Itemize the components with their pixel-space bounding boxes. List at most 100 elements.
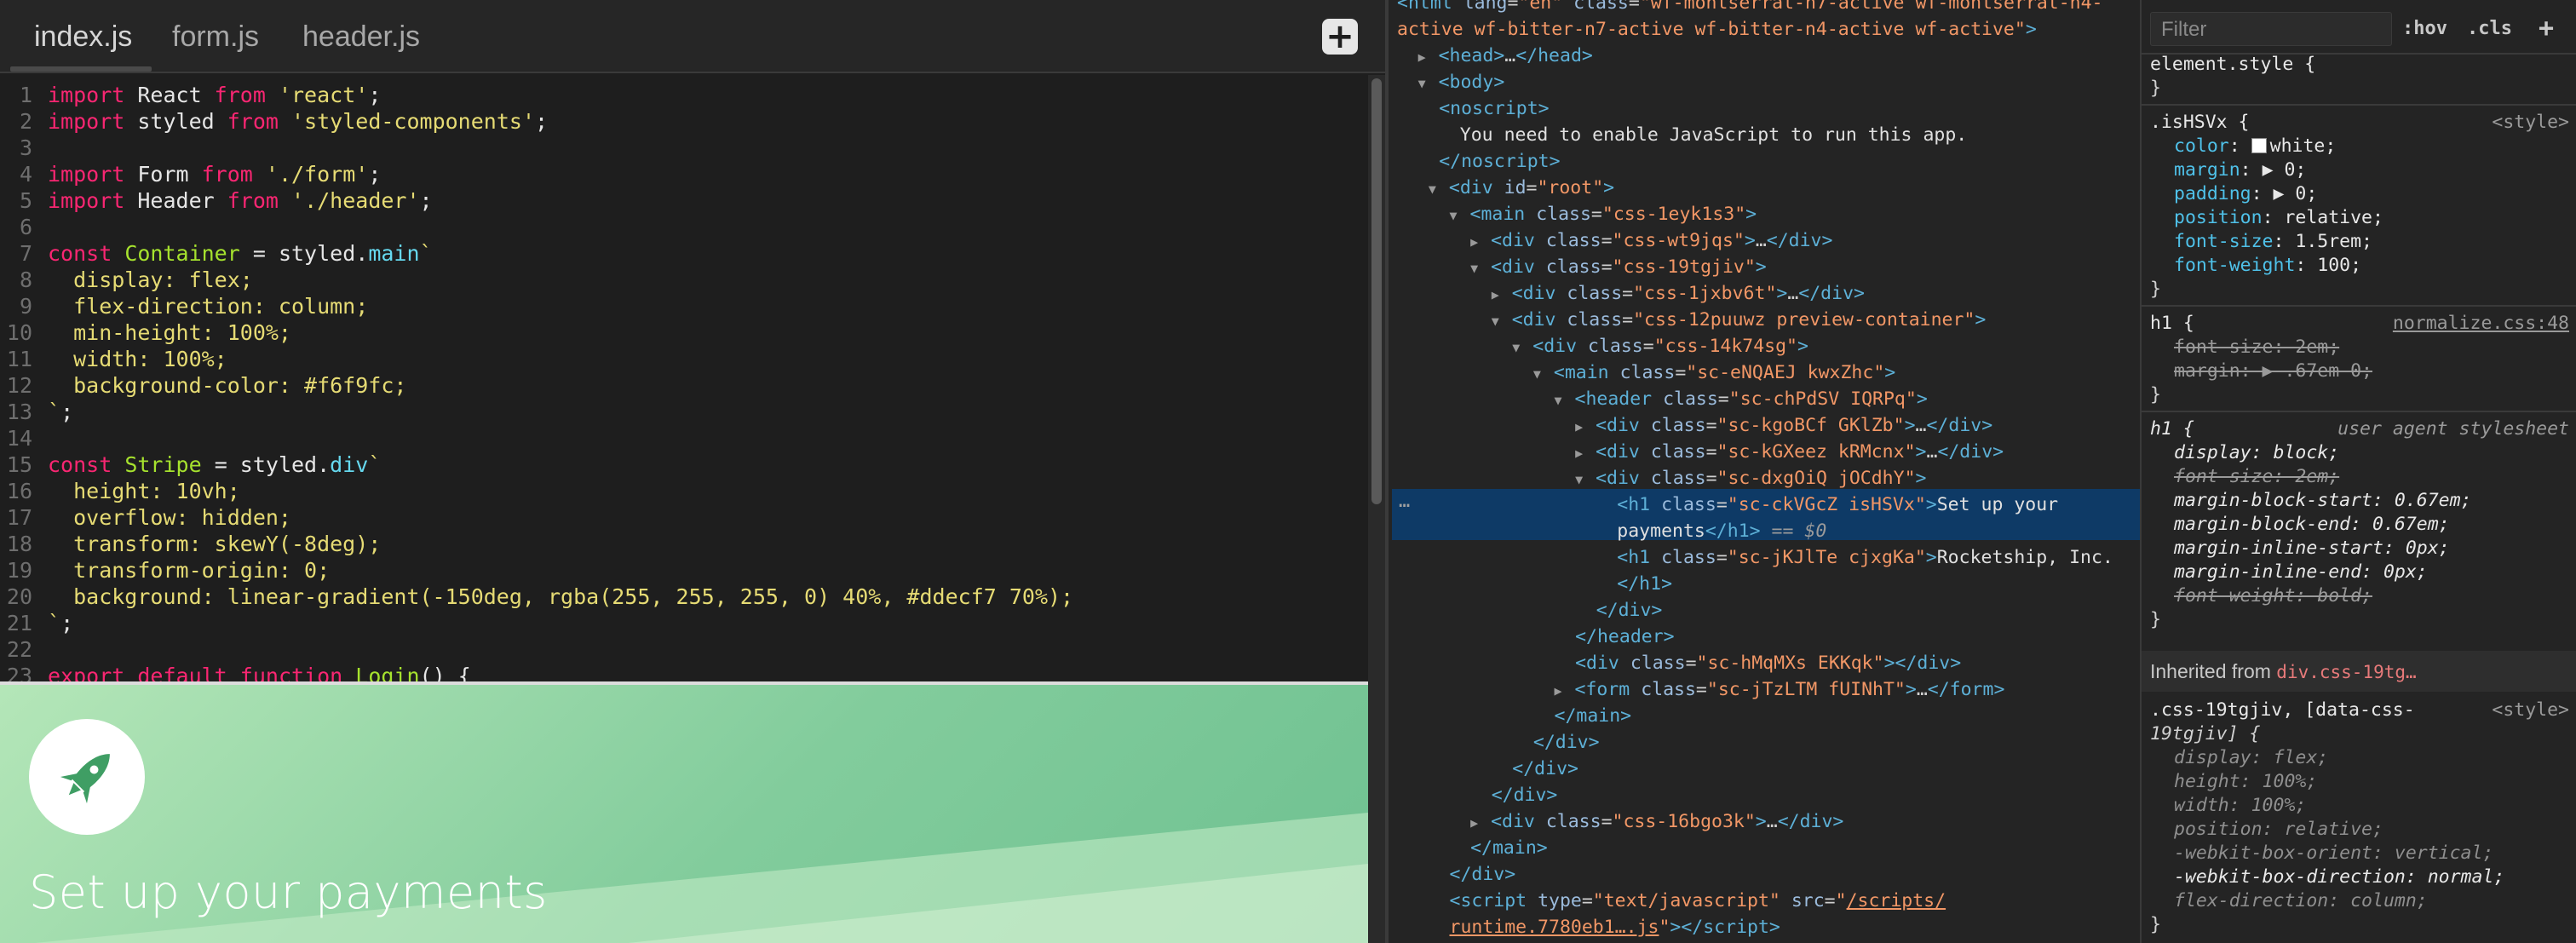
code-line[interactable]: 16 height: 10vh; — [0, 478, 240, 504]
code-line[interactable]: 2 import styled from 'styled-components'; — [0, 108, 548, 135]
css-declaration-overridden[interactable]: margin: ▶ .67em 0; — [2174, 359, 2372, 383]
dom-node[interactable]: ▼ <div class="css-12puuwz preview-contain… — [1492, 307, 1987, 333]
css-declaration[interactable]: margin-inline-start: 0px; — [2174, 537, 2450, 561]
code-line[interactable]: 1 import React from 'react'; — [0, 82, 381, 108]
code-line[interactable]: 17 overflow: hidden; — [0, 504, 291, 531]
code-scrollbar[interactable] — [1368, 75, 1385, 681]
dom-node[interactable]: ▶ <div class="css-1jxbv6t">…</div> — [1492, 280, 1865, 307]
cls-toggle-button[interactable]: .cls — [2467, 12, 2512, 46]
styles-filter-input[interactable]: Filter — [2150, 12, 2392, 46]
tab-index-js[interactable]: index.js — [34, 15, 132, 58]
dom-node[interactable]: ▼ <div id="root"> — [1429, 175, 1614, 201]
dom-node[interactable]: <h1 class="sc-jKJlTe cjxgKa">Rocketship,… — [1617, 544, 2113, 571]
new-rule-plus-icon[interactable]: + — [2539, 12, 2554, 46]
rule-selector[interactable]: .css-19tgjiv, [data-css- — [2150, 699, 2415, 722]
dom-node[interactable]: </header> — [1575, 624, 1675, 650]
dom-node[interactable]: <noscript> — [1439, 95, 1549, 122]
css-declaration[interactable]: font-size: 1.5rem; — [2174, 230, 2372, 254]
rule-selector[interactable]: h1 { — [2150, 312, 2194, 336]
code-line[interactable]: 10 min-height: 100%; — [0, 319, 291, 346]
dom-node-selected[interactable]: payments</h1> == $0 — [1617, 518, 1826, 544]
css-declaration[interactable]: margin-inline-end: 0px; — [2174, 561, 2428, 584]
css-declaration-overridden[interactable]: font-size: 2em; — [2174, 336, 2339, 359]
code-line[interactable]: 4 import Form from './form'; — [0, 161, 381, 187]
dom-node[interactable]: </div> — [1450, 861, 1516, 888]
rule-source-link[interactable]: <style> — [2492, 111, 2569, 135]
dom-node[interactable]: <html lang="en" class="wf-montserrat-n7-… — [1397, 0, 2103, 16]
code-line[interactable]: 23 export default function Login() { — [0, 663, 471, 681]
tab-header-js[interactable]: header.js — [302, 15, 420, 58]
dom-node[interactable]: ▶ <div class="sc-kGXeez kRMcnx">…</div> — [1575, 439, 2004, 465]
dom-node[interactable]: ▼ <main class="sc-eNQAEJ kwxZhc"> — [1533, 359, 1895, 386]
dom-node[interactable]: ▶ <div class="css-16bgo3k">…</div> — [1470, 808, 1843, 835]
color-swatch-icon[interactable] — [2251, 138, 2267, 153]
code-line[interactable]: 9 flex-direction: column; — [0, 293, 368, 319]
code-line[interactable]: 22 — [0, 636, 48, 663]
code-area[interactable]: 1 import React from 'react'; 2 import style… — [0, 75, 1368, 681]
dom-node[interactable]: ▼ <main class="css-1eyk1s3"> — [1450, 201, 1757, 227]
dom-node[interactable]: </div> — [1512, 756, 1578, 782]
code-line[interactable]: 6 — [0, 214, 48, 240]
code-line[interactable]: 21 `; — [0, 610, 73, 636]
dom-node[interactable]: </div> — [1533, 729, 1600, 756]
dom-node[interactable]: You need to enable JavaScript to run thi… — [1460, 122, 1967, 148]
dom-node[interactable]: </noscript> — [1439, 148, 1560, 175]
tab-form-js[interactable]: form.js — [172, 15, 259, 58]
dom-node[interactable]: active wf-bitter-n7-active wf-bitter-n4-… — [1397, 16, 2037, 43]
css-declaration[interactable]: font-weight: 100; — [2174, 254, 2361, 278]
dom-node[interactable]: runtime.7780eb1….js"></script> — [1450, 914, 1780, 940]
code-line[interactable]: 14 — [0, 425, 48, 451]
dom-node[interactable]: <div class="sc-hMqMXs EKKqk"></div> — [1575, 650, 1961, 676]
hov-toggle-button[interactable]: :hov — [2402, 12, 2447, 46]
dom-node[interactable]: ▶ <head>…</head> — [1418, 43, 1593, 69]
plus-icon[interactable]: + — [1322, 19, 1358, 55]
code-line[interactable]: 19 transform-origin: 0; — [0, 557, 330, 584]
rule-source-link[interactable]: normalize.css:48 — [2393, 312, 2569, 336]
dom-node[interactable]: ▼ <body> — [1418, 69, 1505, 95]
code-line[interactable]: 12 background-color: #f6f9fc; — [0, 372, 407, 399]
dom-node[interactable]: </div> — [1492, 782, 1558, 808]
inherited-selector-link[interactable]: div.css-19tg… — [2276, 662, 2416, 682]
code-scrollbar-thumb[interactable] — [1371, 78, 1382, 504]
css-declaration[interactable]: display: block; — [2174, 441, 2339, 465]
css-declaration[interactable]: margin: ▶ 0; — [2174, 158, 2306, 182]
dom-node[interactable]: ▶ <div class="sc-kgoBCf GKlZb">…</div> — [1575, 412, 1992, 439]
css-declaration-inherited[interactable]: height: 100%; — [2174, 770, 2317, 794]
css-declaration-overridden[interactable]: font-size: 2em; — [2174, 465, 2339, 489]
css-declaration-overridden[interactable]: font-weight: bold; — [2174, 584, 2372, 608]
css-declaration[interactable]: margin-block-start: 0.67em; — [2174, 489, 2472, 513]
rule-selector[interactable]: .isHSVx { — [2150, 111, 2250, 135]
code-line[interactable]: 13 `; — [0, 399, 73, 425]
dom-node[interactable]: ▶ <div class="css-wt9jqs">…</div> — [1470, 227, 1832, 254]
dom-node[interactable]: </h1> — [1617, 571, 1672, 597]
code-line[interactable]: 18 transform: skewY(-8deg); — [0, 531, 381, 557]
dom-node[interactable]: ▼ <div class="css-14k74sg"> — [1512, 333, 1808, 359]
dom-node[interactable]: ▶ <form class="sc-jTzLTM fUINhT">…</form> — [1555, 676, 2005, 703]
css-declaration[interactable]: position: relative; — [2174, 206, 2383, 230]
css-declaration[interactable]: margin-block-end: 0.67em; — [2174, 513, 2450, 537]
css-declaration-inherited[interactable]: -webkit-box-orient: vertical; — [2174, 842, 2493, 865]
dom-node[interactable]: ▼ <header class="sc-chPdSV IQRPq"> — [1555, 386, 1928, 412]
preview-scrollbar[interactable] — [1368, 681, 1385, 943]
css-declaration[interactable]: padding: ▶ 0; — [2174, 182, 2317, 206]
css-declaration-inherited[interactable]: flex-direction: column; — [2174, 889, 2428, 913]
dom-node[interactable]: </div> — [1596, 597, 1663, 624]
css-declaration-inherited[interactable]: -webkit-box-direction: normal; — [2174, 865, 2504, 889]
css-declaration-inherited[interactable]: position: relative; — [2174, 818, 2383, 842]
dom-node[interactable]: </main> — [1470, 835, 1548, 861]
css-declaration-inherited[interactable]: display: flex; — [2174, 746, 2328, 770]
code-line[interactable]: 15 const Stripe = styled.div` — [0, 451, 381, 478]
code-line[interactable]: 5 import Header from './header'; — [0, 187, 433, 214]
dom-node-selected[interactable]: <h1 class="sc-ckVGcZ isHSVx">Set up your — [1617, 492, 2058, 518]
rule-source-link[interactable]: <style> — [2492, 699, 2569, 722]
code-line[interactable]: 20 background: linear-gradient(-150deg, … — [0, 584, 1073, 610]
css-declaration-inherited[interactable]: width: 100%; — [2174, 794, 2306, 818]
code-line[interactable]: 3 — [0, 135, 48, 161]
node-actions-ellipsis-icon[interactable]: … — [1399, 491, 1410, 512]
dom-node[interactable]: <script type="text/javascript" src="/scr… — [1450, 888, 1946, 914]
css-declaration[interactable]: color: white; — [2174, 135, 2336, 158]
dom-node[interactable]: ▼ <div class="sc-dxgOiQ jOCdhY"> — [1575, 465, 1926, 492]
code-line[interactable]: 7 const Container = styled.main` — [0, 240, 433, 267]
code-line[interactable]: 11 width: 100%; — [0, 346, 227, 372]
dom-node[interactable]: ▼ <div class="css-19tgjiv"> — [1470, 254, 1767, 280]
